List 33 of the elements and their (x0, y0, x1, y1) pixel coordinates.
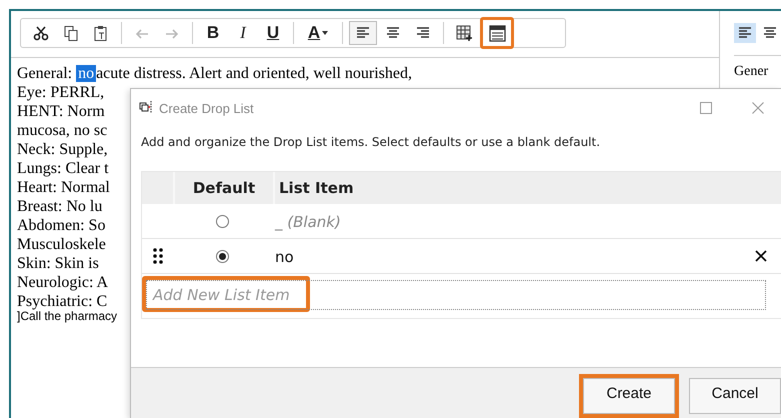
note-text: ]Call the pharmacy (17, 309, 118, 323)
dialog-title: Create Drop List (159, 100, 255, 116)
editor-text-line: Breast: No lu (17, 197, 102, 216)
editor-text-line: mucosa, no sc (17, 121, 108, 140)
list-item-text: no (275, 248, 294, 266)
default-radio[interactable] (216, 250, 228, 262)
column-header: List Item (278, 178, 355, 199)
editor-text-line: Psychiatric: C (17, 292, 108, 311)
align-left-icon[interactable] (349, 21, 377, 45)
editor-text-line: General: noacute distress. Alert and oriented, well nourished, (17, 64, 412, 83)
bold-button[interactable]: B (199, 21, 227, 45)
italic-button[interactable]: I (229, 21, 257, 45)
drop-list-icon[interactable] (480, 17, 514, 49)
side-heading: Gener (734, 55, 781, 80)
align-left-icon[interactable] (734, 23, 756, 43)
font-color-button[interactable]: A (300, 21, 336, 45)
editor-text-line: Neck: Supple, (17, 140, 108, 159)
underline-button[interactable]: U (259, 21, 287, 45)
editor-text-line: Musculoskele (17, 235, 106, 254)
dialog-description: Add and organize the Drop List items. Select defaults or use a blank default. (140, 134, 602, 149)
editor-text-line: HENT: Norm (17, 102, 105, 121)
list-item-text: _ (Blank) (275, 212, 341, 230)
editor-text-line: Abdomen: So (17, 216, 106, 235)
column-header: Default (175, 172, 275, 204)
caret-icon (322, 31, 328, 35)
editor-text-line: Eye: PERRL, (17, 83, 104, 102)
editor-text-line: Skin: Skin is (17, 254, 99, 273)
default-radio[interactable] (216, 214, 228, 228)
drag-handle-icon[interactable] (152, 248, 162, 264)
editor-text-line: Lungs: Clear t (17, 159, 109, 178)
dialog-button[interactable]: Cancel (689, 378, 781, 414)
editor-text-line: Neurologic: A (17, 273, 108, 292)
editor-text-line: Heart: Normal (17, 178, 110, 197)
